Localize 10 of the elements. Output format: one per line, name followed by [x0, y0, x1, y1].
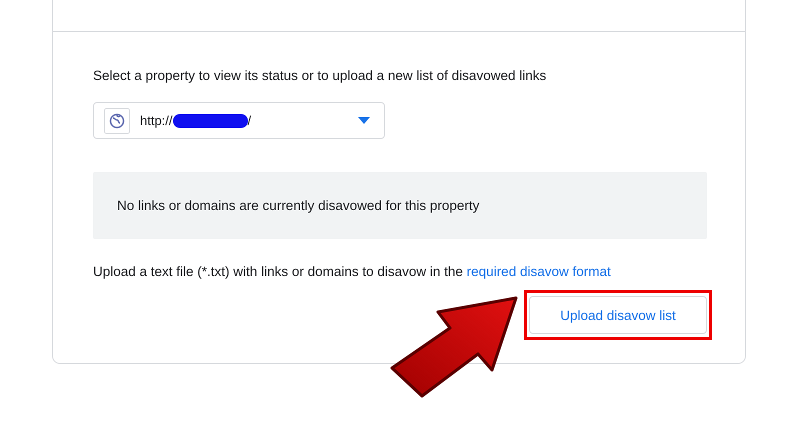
upload-hint: Upload a text file (*.txt) with links or domains to disavow in the required disavow format [93, 264, 612, 279]
url-text: http:// [140, 113, 173, 128]
dropdown-caret-icon [358, 117, 370, 124]
intro-text: Select a property to view its status or to upload a new list of disavowed links [93, 68, 548, 83]
property-select[interactable]: http:// / [93, 102, 385, 139]
url-text: / [248, 113, 252, 128]
upload-button[interactable]: Upload disavow list [529, 296, 707, 334]
format-link[interactable]: required disavow format [466, 264, 611, 279]
globe-icon [104, 108, 130, 134]
status-message: No links or domains are currently disavowed for this property [93, 172, 707, 239]
